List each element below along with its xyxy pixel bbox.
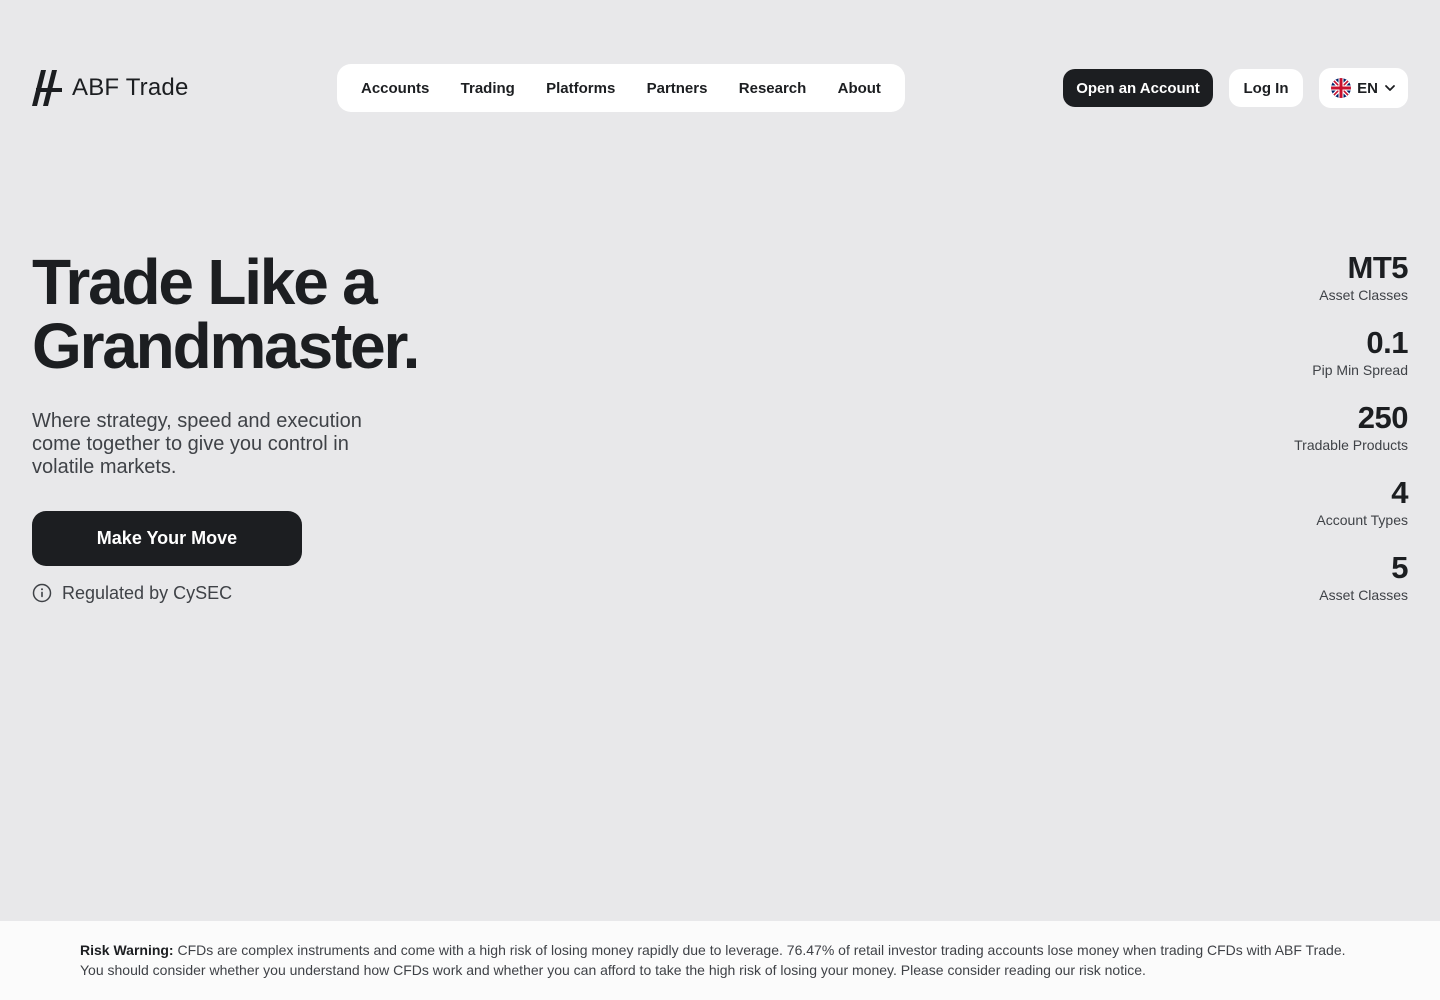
- regulated-notice: Regulated by CySEC: [32, 582, 232, 604]
- nav-item-partners[interactable]: Partners: [647, 80, 708, 97]
- open-account-button[interactable]: Open an Account: [1063, 69, 1213, 107]
- page: ABF Trade Accounts Trading Platforms Par…: [0, 0, 1440, 1000]
- stat-value: 0.1: [1366, 325, 1408, 360]
- nav-item-trading[interactable]: Trading: [461, 80, 515, 97]
- hero-subtitle: Where strategy, speed and execution come…: [32, 410, 362, 478]
- main-nav: Accounts Trading Platforms Partners Rese…: [337, 64, 905, 112]
- abf-slash-logo-icon: [32, 70, 62, 106]
- nav-item-research[interactable]: Research: [739, 80, 807, 97]
- nav-item-accounts[interactable]: Accounts: [361, 80, 429, 97]
- stat-item: 4 Account Types: [1148, 477, 1408, 552]
- stat-value: MT5: [1347, 250, 1409, 285]
- stat-label: Pip Min Spread: [1312, 362, 1408, 378]
- chevron-down-icon: [1385, 85, 1395, 91]
- stat-item: 0.1 Pip Min Spread: [1148, 327, 1408, 402]
- info-circle-icon: [32, 583, 52, 603]
- regulated-label: Regulated by CySEC: [62, 582, 233, 603]
- risk-warning-text: CFDs are complex instruments and come wi…: [177, 942, 1346, 958]
- hero-title-line2: Grandmaster.: [32, 310, 420, 382]
- stat-label: Account Types: [1316, 512, 1408, 528]
- nav-item-platforms[interactable]: Platforms: [546, 80, 615, 97]
- stat-value: 250: [1357, 400, 1409, 435]
- login-button[interactable]: Log In: [1229, 69, 1303, 107]
- brand-name: ABF Trade: [72, 74, 189, 101]
- risk-warning-banner: Risk Warning: CFDs are complex instrumen…: [0, 921, 1440, 1000]
- language-code: EN: [1357, 79, 1378, 97]
- stat-value: 5: [1391, 550, 1408, 585]
- hero-title-line1: Trade Like a: [32, 246, 378, 318]
- stat-item: 5 Asset Classes: [1148, 552, 1408, 627]
- risk-warning-title: Risk Warning:: [80, 942, 174, 958]
- stat-item: MT5 Asset Classes: [1148, 252, 1408, 327]
- risk-warning-line2: You should consider whether you understa…: [80, 962, 1146, 978]
- brand-logo[interactable]: ABF Trade: [32, 70, 189, 106]
- risk-warning-line1: Risk Warning: CFDs are complex instrumen…: [80, 940, 1360, 960]
- nav-item-about[interactable]: About: [838, 80, 881, 97]
- stat-item: 250 Tradable Products: [1148, 402, 1408, 477]
- stat-label: Tradable Products: [1294, 437, 1408, 453]
- make-your-move-button[interactable]: Make Your Move: [32, 511, 302, 566]
- stat-label: Asset Classes: [1319, 587, 1408, 603]
- stats-list: MT5 Asset Classes 0.1 Pip Min Spread 250…: [1148, 252, 1408, 627]
- uk-flag-icon: [1331, 78, 1352, 98]
- stat-value: 4: [1391, 475, 1408, 510]
- hero-title: Trade Like a Grandmaster.: [32, 250, 552, 378]
- stat-label: Asset Classes: [1319, 287, 1408, 303]
- language-selector[interactable]: EN: [1319, 68, 1408, 108]
